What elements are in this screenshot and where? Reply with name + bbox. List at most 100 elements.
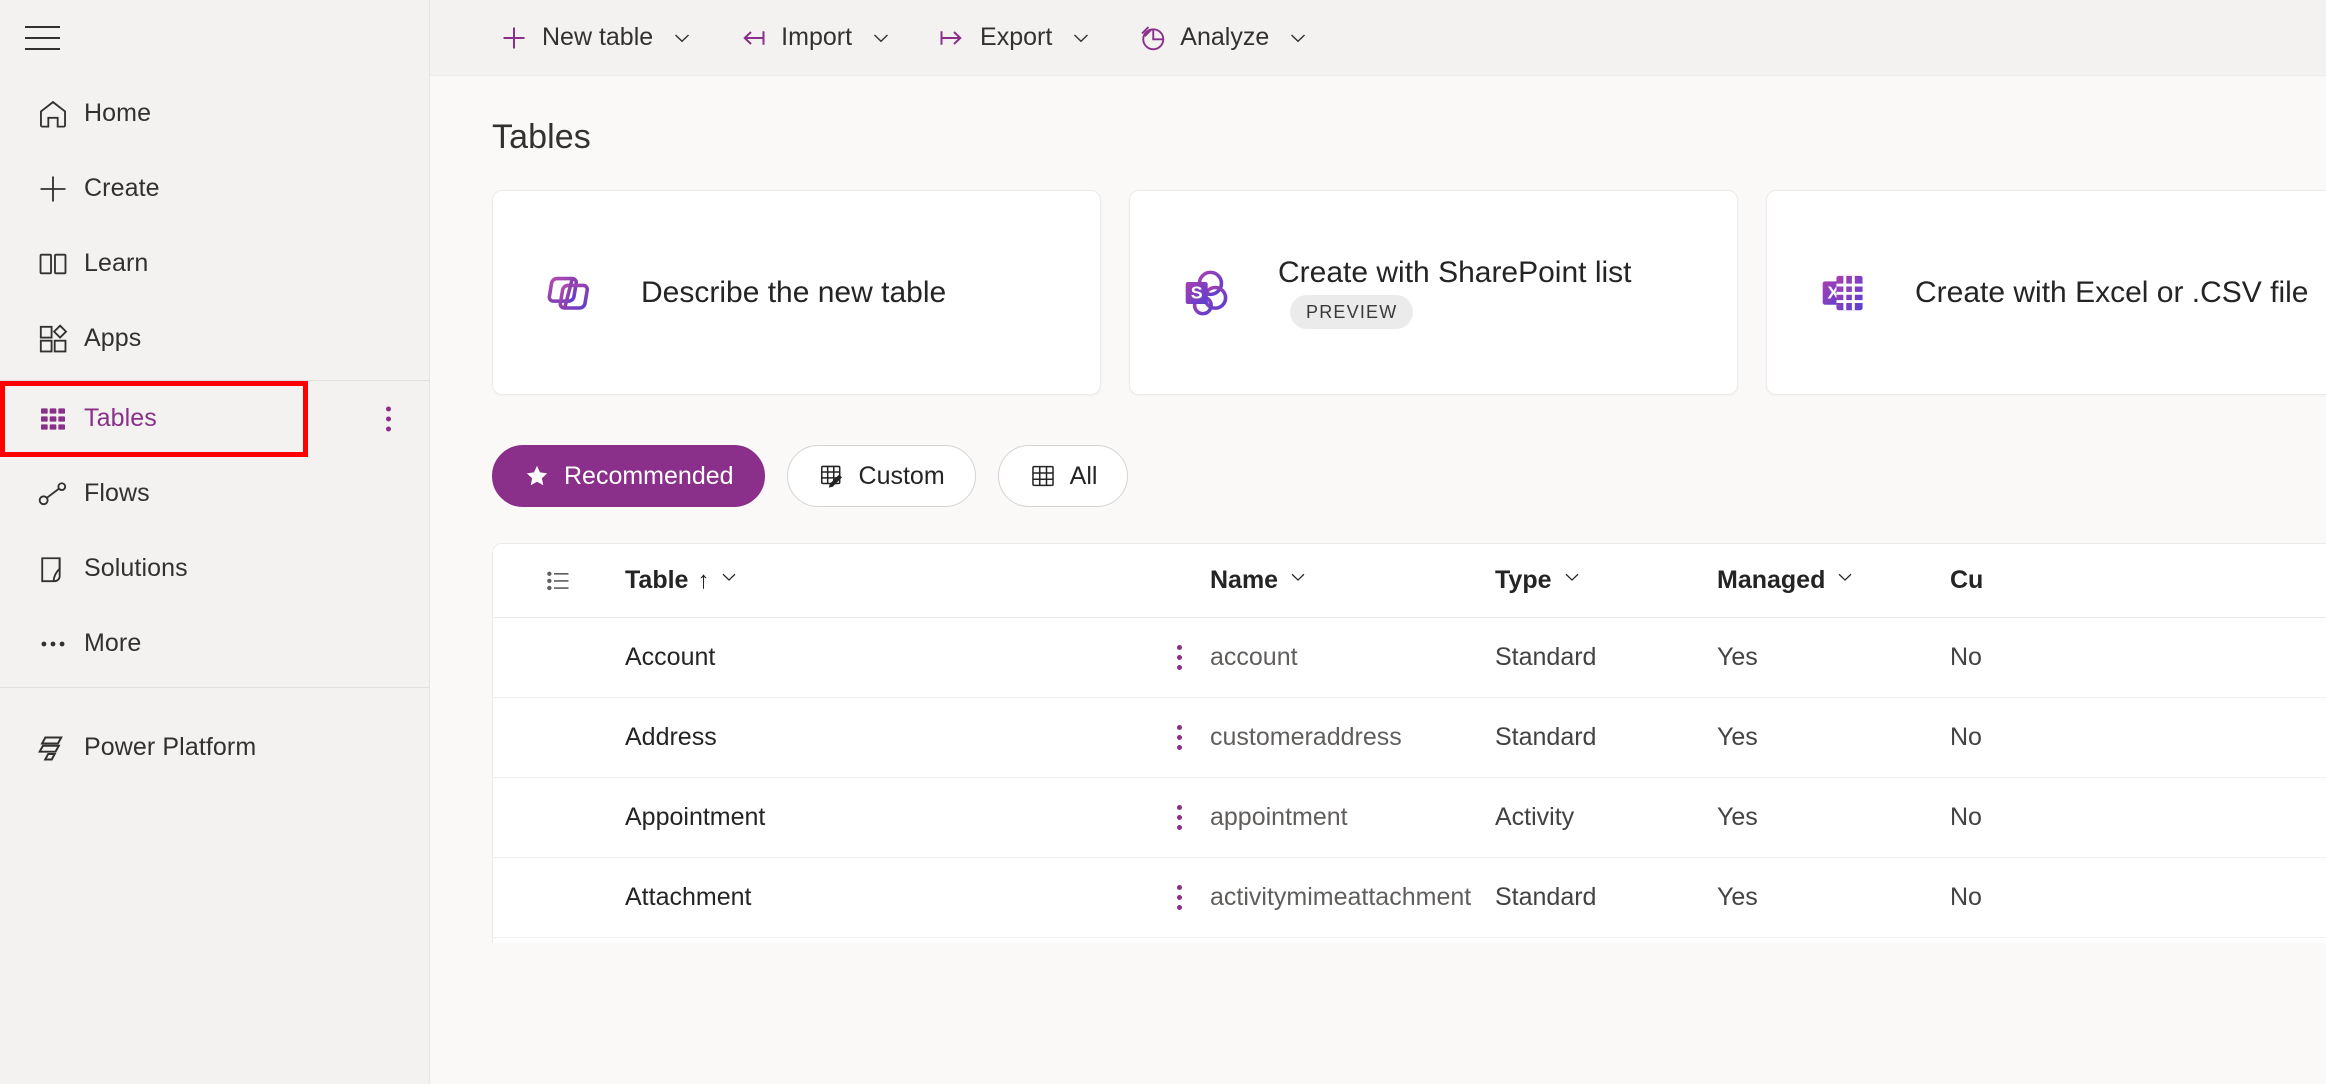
analyze-label: Analyze — [1180, 23, 1270, 51]
plus-icon — [499, 23, 529, 53]
nav-group-footer: Power Platform — [0, 710, 429, 785]
sharepoint-icon: S — [1172, 260, 1242, 326]
book-icon — [22, 247, 84, 281]
new-table-label: New table — [542, 23, 654, 51]
chevron-down-icon[interactable] — [670, 26, 694, 50]
cell-table: Attachment — [625, 883, 1210, 912]
filter-label: Custom — [858, 461, 945, 490]
analyze-button[interactable]: Analyze — [1125, 10, 1322, 66]
row-more-options-icon[interactable] — [1177, 645, 1182, 670]
filter-all[interactable]: All — [997, 445, 1129, 507]
chevron-down-icon[interactable] — [1287, 566, 1309, 595]
plus-icon — [22, 172, 84, 206]
cell-type: Standard — [1495, 883, 1597, 911]
table-row[interactable]: Attachment activitymimeattachment Standa… — [493, 858, 2326, 938]
home-icon — [22, 97, 84, 131]
column-header-custom[interactable]: Cu — [1950, 566, 2150, 595]
import-arrow-icon — [738, 23, 768, 53]
card-create-with-excel-or-csv[interactable]: X Create with Excel or .CSV file — [1766, 190, 2326, 395]
column-header-managed[interactable]: Managed — [1717, 566, 1950, 595]
copilot-icon — [535, 260, 605, 326]
row-more-options-icon[interactable] — [1177, 805, 1182, 830]
sidebar-item-learn[interactable]: Learn — [0, 226, 429, 301]
cell-managed: Yes — [1717, 723, 1758, 751]
cell-name: account — [1210, 643, 1298, 671]
flows-icon — [22, 477, 84, 511]
cell-name: customeraddress — [1210, 723, 1402, 751]
sidebar-item-power-platform[interactable]: Power Platform — [0, 710, 429, 785]
sidebar-item-label: Apps — [84, 324, 142, 352]
sidebar-item-label: More — [84, 629, 142, 657]
sidebar-item-label: Create — [84, 174, 160, 202]
nav-group-primary: Home Create Learn Apps — [0, 76, 429, 381]
cell-table: Account — [625, 643, 1210, 672]
sidebar-item-label: Learn — [84, 249, 149, 277]
sidebar-item-tables-more-options-icon[interactable] — [386, 406, 391, 431]
sidebar-item-flows[interactable]: Flows — [0, 456, 429, 531]
chevron-down-icon[interactable] — [718, 566, 740, 595]
table-header-row: Table ↑ Name Type Managed Cu — [493, 544, 2326, 618]
sidebar-item-solutions[interactable]: Solutions — [0, 531, 429, 606]
chevron-down-icon[interactable] — [1561, 566, 1583, 595]
sidebar-item-create[interactable]: Create — [0, 151, 429, 226]
cell-managed: Yes — [1717, 883, 1758, 911]
hamburger-icon[interactable] — [25, 16, 69, 60]
table-row[interactable]: Address customeraddress Standard Yes No — [493, 698, 2326, 778]
page-title: Tables — [492, 118, 591, 156]
row-more-options-icon[interactable] — [1177, 885, 1182, 910]
command-bar: New table Import Export Analyze — [430, 0, 2326, 76]
chevron-down-icon[interactable] — [1286, 26, 1310, 50]
sidebar-item-tables-wrapper: Tables — [0, 381, 429, 457]
cell-custom: No — [1950, 803, 1982, 831]
sidebar-item-tables[interactable]: Tables — [0, 381, 429, 456]
cell-managed: Yes — [1717, 803, 1758, 831]
filter-custom[interactable]: Custom — [786, 445, 976, 507]
all-tables-icon — [1029, 462, 1057, 490]
star-icon — [523, 462, 551, 490]
table-row[interactable]: Account account Standard Yes No — [493, 618, 2326, 698]
svg-text:S: S — [1191, 282, 1203, 302]
sidebar-item-home[interactable]: Home — [0, 76, 429, 151]
tables-grid-icon — [22, 403, 84, 435]
column-header-label: Cu — [1950, 566, 1984, 594]
sidebar-item-more[interactable]: More — [0, 606, 429, 681]
export-button[interactable]: Export — [925, 10, 1105, 66]
cell-name: activitymimeattachment — [1210, 883, 1472, 911]
chevron-down-icon[interactable] — [869, 26, 893, 50]
chevron-down-icon[interactable] — [1069, 26, 1093, 50]
cell-custom: No — [1950, 723, 1982, 751]
cell-type: Activity — [1495, 803, 1575, 831]
table-row[interactable]: Appointment appointment Activity Yes No — [493, 778, 2326, 858]
cell-table-text: Attachment — [625, 883, 752, 911]
cell-custom: No — [1950, 883, 1982, 911]
menu-toggle-area — [0, 0, 429, 76]
table-row[interactable]: Business Unit businessunit Standard Yes … — [493, 938, 2326, 943]
chevron-down-icon[interactable] — [1834, 566, 1856, 595]
import-button[interactable]: Import — [726, 10, 905, 66]
card-title-text: Create with SharePoint list — [1278, 255, 1632, 289]
sidebar-item-apps[interactable]: Apps — [0, 301, 429, 376]
card-describe-new-table[interactable]: Describe the new table — [492, 190, 1101, 395]
left-navigation-sidebar: Home Create Learn Apps Tables Flows Solu… — [0, 0, 430, 1084]
solutions-icon — [22, 552, 84, 586]
card-title: Describe the new table — [641, 275, 947, 309]
column-header-name[interactable]: Name — [1210, 566, 1495, 595]
cell-custom: No — [1950, 643, 1982, 671]
cell-table: Appointment — [625, 803, 1210, 832]
cell-table-text: Address — [625, 723, 717, 751]
column-header-type[interactable]: Type — [1495, 566, 1717, 595]
apps-grid-icon — [22, 322, 84, 356]
column-header-table[interactable]: Table ↑ — [625, 566, 1210, 595]
column-header-label-wrap: Table ↑ — [625, 566, 740, 595]
new-table-button[interactable]: New table — [487, 10, 706, 66]
column-header-label-wrap: Type — [1495, 566, 1583, 595]
cell-name: appointment — [1210, 803, 1348, 831]
preview-badge: PREVIEW — [1290, 294, 1414, 330]
card-create-with-sharepoint-list[interactable]: S Create with SharePoint list PREVIEW — [1129, 190, 1738, 395]
sort-ascending-icon: ↑ — [697, 566, 710, 594]
column-header-label: Type — [1495, 566, 1552, 594]
filter-recommended[interactable]: Recommended — [492, 445, 765, 507]
row-more-options-icon[interactable] — [1177, 725, 1182, 750]
cell-type: Standard — [1495, 643, 1597, 671]
row-select-icon[interactable] — [493, 566, 625, 596]
